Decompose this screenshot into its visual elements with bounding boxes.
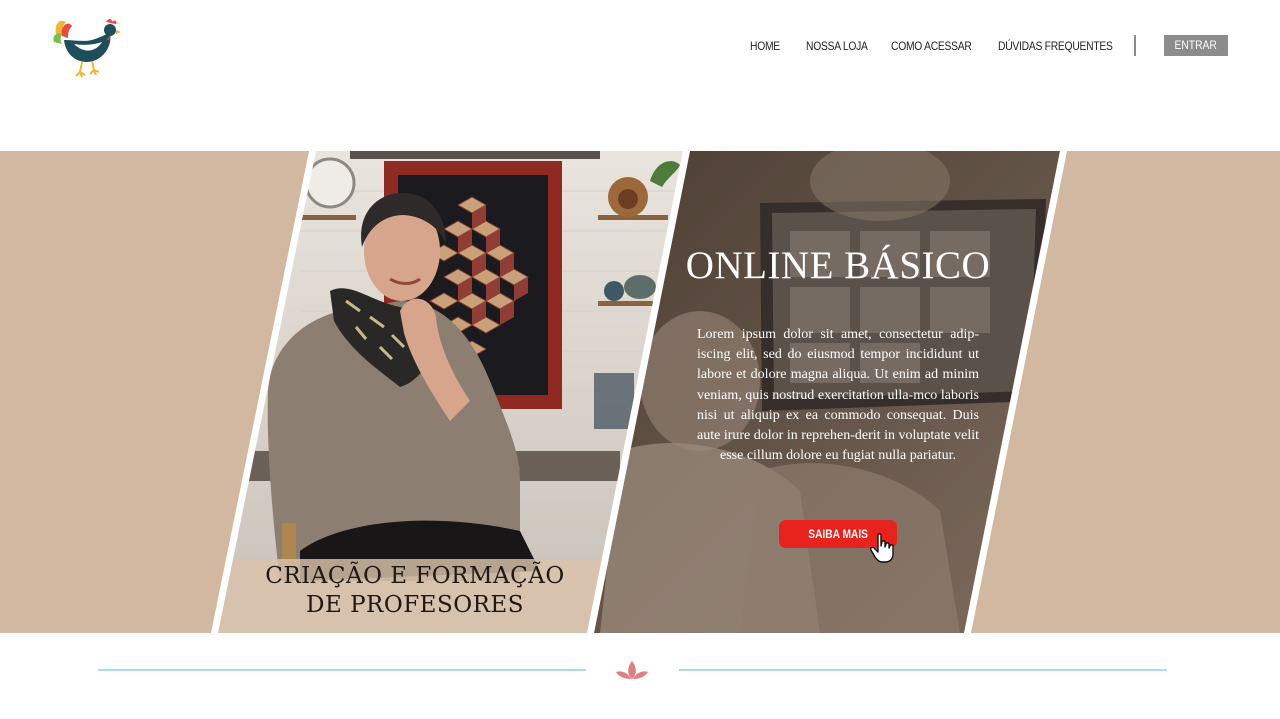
promo-title: ONLINE BÁSICO bbox=[685, 244, 991, 287]
caption-line-1: CRIAÇÃO E FORMAÇÃO bbox=[265, 563, 565, 589]
instructor-caption: CRIAÇÃO E FORMAÇÃO DE PROFESORES bbox=[232, 562, 598, 620]
nav-separator bbox=[1134, 35, 1136, 56]
leaf-ornament-icon bbox=[615, 657, 649, 683]
hero-banner: CRIAÇÃO E FORMAÇÃO DE PROFESORES ONLINE … bbox=[0, 151, 1280, 633]
saiba-mais-label: SAIBA MAIS bbox=[808, 527, 868, 541]
rooster-logo-icon[interactable] bbox=[50, 14, 122, 82]
hand-pointer-icon bbox=[870, 533, 896, 563]
nav-duvidas-frequentes[interactable]: DÚVIDAS FREQUENTES bbox=[998, 39, 1113, 53]
login-button[interactable]: ENTRAR bbox=[1164, 35, 1228, 56]
caption-line-2: DE PROFESORES bbox=[306, 592, 524, 618]
divider-line-left bbox=[98, 669, 586, 671]
nav-nossa-loja[interactable]: NOSSA LOJA bbox=[806, 39, 868, 53]
login-button-label: ENTRAR bbox=[1174, 38, 1218, 52]
hero-artwork bbox=[211, 151, 1067, 633]
promo-description: Lorem ipsum dolor sit amet, consectetur … bbox=[697, 327, 979, 464]
nav-home[interactable]: HOME bbox=[750, 39, 780, 53]
divider-line-right bbox=[679, 669, 1167, 671]
site-header: HOME NOSSA LOJA COMO ACESSAR DÚVIDAS FRE… bbox=[0, 0, 1280, 151]
nav-como-acessar[interactable]: COMO ACESSAR bbox=[891, 39, 972, 53]
